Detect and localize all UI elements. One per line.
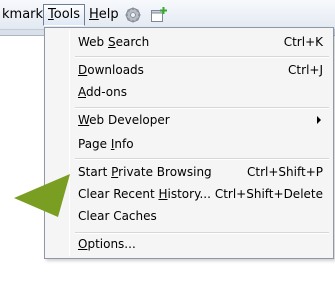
menuitem-options[interactable]: Options... [47, 233, 331, 255]
menuitem-label: Page Info [78, 137, 134, 151]
menu-help[interactable]: Help [84, 4, 124, 26]
green-arrow-icon [14, 174, 70, 221]
gear-icon[interactable] [124, 6, 142, 24]
menu-help-label: Help [89, 7, 119, 22]
menuitem-web-developer[interactable]: Web Developer [47, 109, 331, 131]
menuitem-private-browsing[interactable]: Start Private Browsing Ctrl+Shift+P [47, 161, 331, 183]
menuitem-label: Web Developer [78, 113, 170, 127]
menu-tools[interactable]: Tools [43, 4, 86, 26]
menu-tools-label: Tools [48, 7, 81, 22]
tools-menu: Web Search Ctrl+K Downloads Ctrl+J Add-o… [44, 27, 334, 259]
add-tab-icon[interactable] [150, 6, 168, 24]
menuitem-downloads[interactable]: Downloads Ctrl+J [47, 59, 331, 81]
menuitem-label: Options... [78, 237, 136, 251]
menuitem-label: Start Private Browsing [78, 165, 212, 179]
menuitem-label: Clear Caches [78, 209, 157, 223]
menuitem-clear-history[interactable]: Clear Recent History... Ctrl+Shift+Delet… [47, 183, 331, 205]
submenu-arrow-icon [317, 116, 321, 124]
menuitem-clear-caches[interactable]: Clear Caches [47, 205, 331, 227]
shortcut-label: Ctrl+Shift+P [247, 165, 323, 179]
menuitem-web-search[interactable]: Web Search Ctrl+K [47, 31, 331, 53]
menuitem-addons[interactable]: Add-ons [47, 81, 331, 103]
menubar: kmarks Tools Help [0, 0, 335, 30]
shortcut-label: Ctrl+Shift+Delete [214, 187, 323, 201]
shortcut-label: Ctrl+K [283, 35, 323, 49]
menu-separator [75, 158, 329, 160]
menuitem-label: Web Search [78, 35, 150, 49]
shortcut-label: Ctrl+J [288, 63, 323, 77]
menuitem-label: Clear Recent History... [78, 187, 211, 201]
menuitem-label: Add-ons [78, 85, 127, 99]
menu-separator [75, 56, 329, 58]
menuitem-label: Downloads [78, 63, 144, 77]
menuitem-page-info[interactable]: Page Info [47, 133, 331, 155]
